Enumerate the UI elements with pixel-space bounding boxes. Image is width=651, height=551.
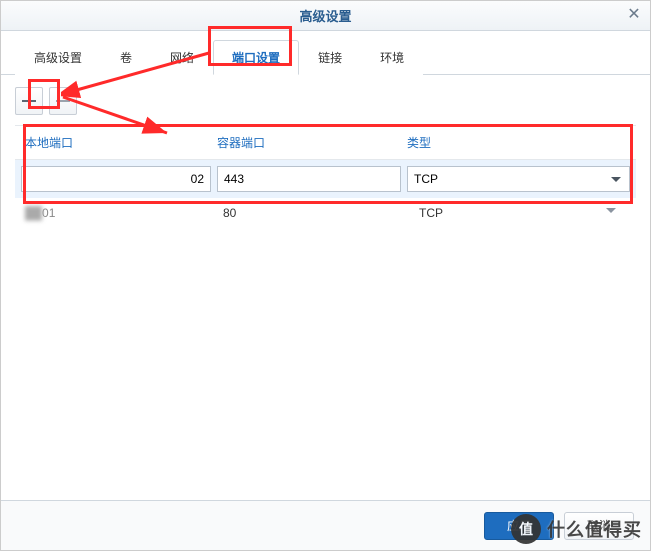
type-value: TCP (419, 206, 630, 220)
tab-bar: 高级设置 卷 网络 端口设置 链接 环境 (1, 31, 650, 75)
type-select[interactable]: TCP (407, 166, 630, 192)
tab-volume[interactable]: 卷 (101, 40, 151, 75)
remove-button[interactable] (49, 87, 77, 115)
table-row[interactable]: TCP (15, 160, 636, 198)
watermark: 值 什么值得买 (511, 514, 642, 544)
watermark-icon: 值 (511, 514, 541, 544)
header-local: 本地端口 (21, 134, 217, 151)
toolbar (15, 87, 636, 115)
dialog-title: 高级设置 (299, 6, 351, 25)
watermark-text: 什么值得买 (547, 516, 642, 542)
add-button[interactable] (15, 87, 43, 115)
tab-advanced[interactable]: 高级设置 (15, 40, 101, 75)
container-port-input[interactable] (217, 166, 401, 192)
table-row[interactable]: ██01 80 TCP (15, 198, 636, 228)
tab-ports[interactable]: 端口设置 (213, 40, 299, 75)
tab-network[interactable]: 网络 (151, 40, 213, 75)
chevron-down-icon (611, 177, 621, 187)
chevron-down-icon (606, 208, 616, 218)
title-bar: 高级设置 ✕ (1, 1, 650, 31)
type-value: TCP (414, 172, 438, 186)
table-header: 本地端口 容器端口 类型 (15, 126, 636, 160)
header-container: 容器端口 (217, 134, 407, 151)
tab-link[interactable]: 链接 (299, 40, 361, 75)
header-type: 类型 (407, 134, 630, 151)
ports-table: 本地端口 容器端口 类型 TCP ██01 80 TCP (15, 125, 636, 228)
local-port-input[interactable] (21, 166, 211, 192)
close-icon[interactable]: ✕ (626, 7, 642, 23)
plus-icon (22, 94, 36, 108)
minus-icon (56, 94, 70, 108)
container-port-value: 80 (223, 206, 413, 220)
local-port-value: ██01 (21, 206, 217, 220)
tab-env[interactable]: 环境 (361, 40, 423, 75)
